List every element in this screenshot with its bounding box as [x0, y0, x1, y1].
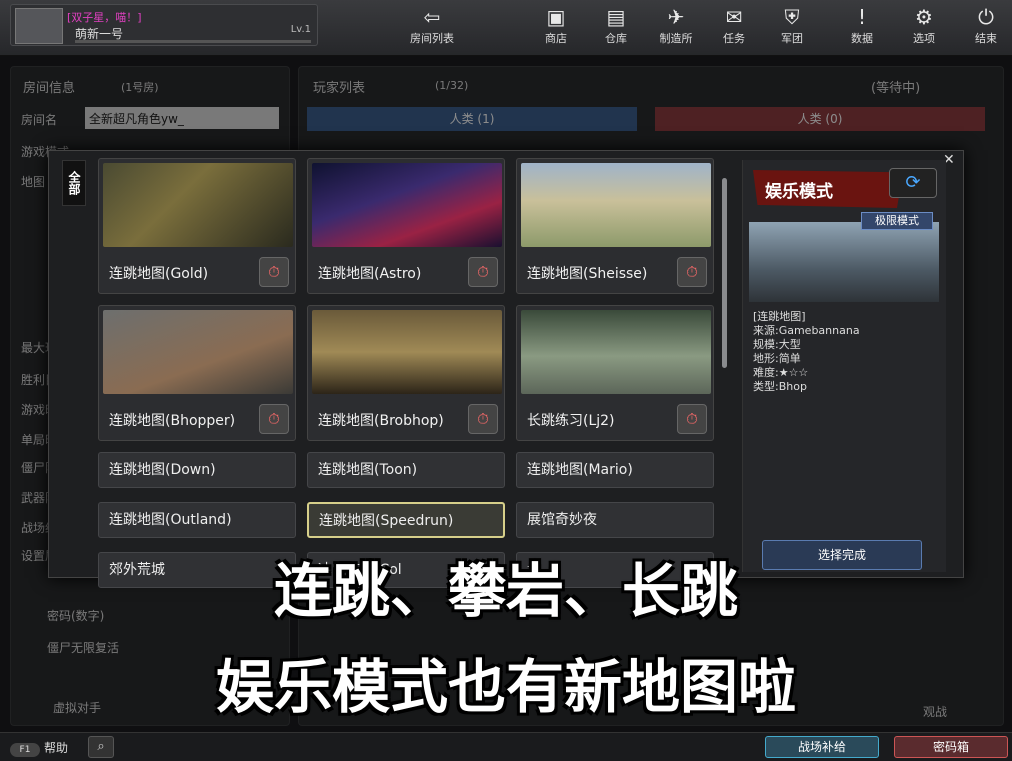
map-details: [连跳地图] 来源:Gamebannana 规模:大型 地形:简单 难度:★☆☆…	[753, 310, 860, 394]
help-button[interactable]: F1 帮助	[10, 739, 68, 757]
map-list-item[interactable]: 连跳地图(Outland)	[98, 502, 296, 538]
map-category: [连跳地图]	[753, 310, 806, 323]
refresh-icon[interactable]: ⟳	[889, 168, 937, 198]
timer-icon[interactable]: ⏱	[677, 404, 707, 434]
map-name: 长跳练习(Lj2)	[527, 413, 615, 429]
map-list-item[interactable]: 连跳地图(Toon)	[307, 452, 505, 488]
map-list-scrollbar[interactable]	[722, 178, 727, 368]
gun-icon: ✈	[667, 5, 685, 29]
nav-gun-button[interactable]: ✈ 制造所	[648, 4, 704, 50]
nav-power-button[interactable]: ⏻ 结束	[958, 4, 1012, 50]
map-list-item[interactable]: 连跳地图(Mario)	[516, 452, 714, 488]
map-list-item[interactable]: 连跳地图(Down)	[98, 452, 296, 488]
profile-title: [双子星，喵！]	[67, 11, 142, 24]
top-bar: [双子星，喵！] 萌新一号 Lv.1 ⇦ 房间列表 ▣ 商店 ▤ 仓库 ✈ 制造所 ✉ 任务 ⛨…	[0, 0, 1012, 56]
map-thumbnail	[521, 310, 711, 394]
timer-icon[interactable]: ⏱	[468, 257, 498, 287]
map-card[interactable]: 长跳练习(Lj2) ⏱	[516, 305, 714, 441]
map-card[interactable]: 连跳地图(Astro) ⏱	[307, 158, 505, 294]
caption-line-2: 娱乐模式也有新地图啦	[215, 653, 796, 721]
gear-icon: ⚙	[915, 5, 933, 29]
map-thumbnail	[312, 310, 502, 394]
map-difficulty: 难度:★☆☆	[753, 366, 809, 379]
map-list-item[interactable]: 展馆奇妙夜	[516, 502, 714, 538]
battle-supply-button[interactable]: 战场补给	[765, 736, 879, 758]
nav-ticket-button[interactable]: ✉ 任务	[706, 4, 762, 50]
map-type: 类型:Bhop	[753, 380, 807, 393]
password-box-button[interactable]: 密码箱	[894, 736, 1008, 758]
profile-level: Lv.1	[290, 24, 311, 35]
category-tab-all[interactable]: 全部	[62, 160, 86, 206]
timer-icon[interactable]: ⏱	[468, 404, 498, 434]
exp-bar	[75, 40, 311, 43]
map-card[interactable]: 连跳地图(Bhopper) ⏱	[98, 305, 296, 441]
map-thumbnail	[312, 163, 502, 247]
map-source: 来源:Gamebannana	[753, 324, 860, 337]
nav-calendar-button[interactable]: ▣ 商店	[528, 4, 584, 50]
nav-bag-button[interactable]: ▤ 仓库	[588, 4, 644, 50]
map-name: 连跳地图(Astro)	[318, 266, 422, 282]
nav-shield-button[interactable]: ⛨ 军团	[764, 4, 820, 50]
extreme-mode-badge: 极限模式	[861, 212, 933, 230]
profile-card[interactable]: [双子星，喵！] 萌新一号 Lv.1	[10, 4, 318, 46]
timer-icon[interactable]: ⏱	[677, 257, 707, 287]
mode-title: 娱乐模式	[753, 170, 903, 208]
room-list-button[interactable]: ⇦ 房间列表	[398, 4, 466, 50]
map-name: 连跳地图(Bhopper)	[109, 413, 236, 429]
map-name: 连跳地图(Sheisse)	[527, 266, 648, 282]
map-scale: 规模:大型	[753, 338, 801, 351]
map-name: 连跳地图(Brobhop)	[318, 413, 444, 429]
mode-info-panel: 娱乐模式 ⟳ 极限模式 [连跳地图] 来源:Gamebannana 规模:大型 …	[742, 160, 946, 572]
shield-icon: ⛨	[784, 5, 800, 29]
map-card[interactable]: 连跳地图(Sheisse) ⏱	[516, 158, 714, 294]
map-thumbnail	[103, 163, 293, 247]
back-arrow-icon: ⇦	[423, 5, 441, 29]
timer-icon[interactable]: ⏱	[259, 404, 289, 434]
map-thumbnail	[103, 310, 293, 394]
ticket-icon: ✉	[725, 5, 743, 29]
map-card[interactable]: 连跳地图(Gold) ⏱	[98, 158, 296, 294]
map-name: 连跳地图(Gold)	[109, 266, 209, 282]
map-thumbnail	[521, 163, 711, 247]
bag-icon: ▤	[606, 5, 626, 29]
help-key-badge: F1	[10, 743, 40, 757]
map-terrain: 地形:简单	[753, 352, 801, 365]
map-list-item[interactable]: 连跳地图(Speedrun)	[307, 502, 505, 538]
nav-gear-button[interactable]: ⚙ 选项	[896, 4, 952, 50]
timer-icon[interactable]: ⏱	[259, 257, 289, 287]
power-icon: ⏻	[978, 5, 994, 29]
alert-icon: !	[857, 5, 867, 29]
search-icon[interactable]: ⌕	[88, 736, 114, 758]
avatar	[15, 8, 63, 44]
map-card[interactable]: 连跳地图(Brobhop) ⏱	[307, 305, 505, 441]
caption-line-1: 连跳、攀岩、长跳	[273, 557, 738, 625]
map-preview-image	[749, 222, 939, 302]
nav-alert-button[interactable]: ! 数据	[834, 4, 890, 50]
calendar-icon: ▣	[546, 5, 566, 29]
